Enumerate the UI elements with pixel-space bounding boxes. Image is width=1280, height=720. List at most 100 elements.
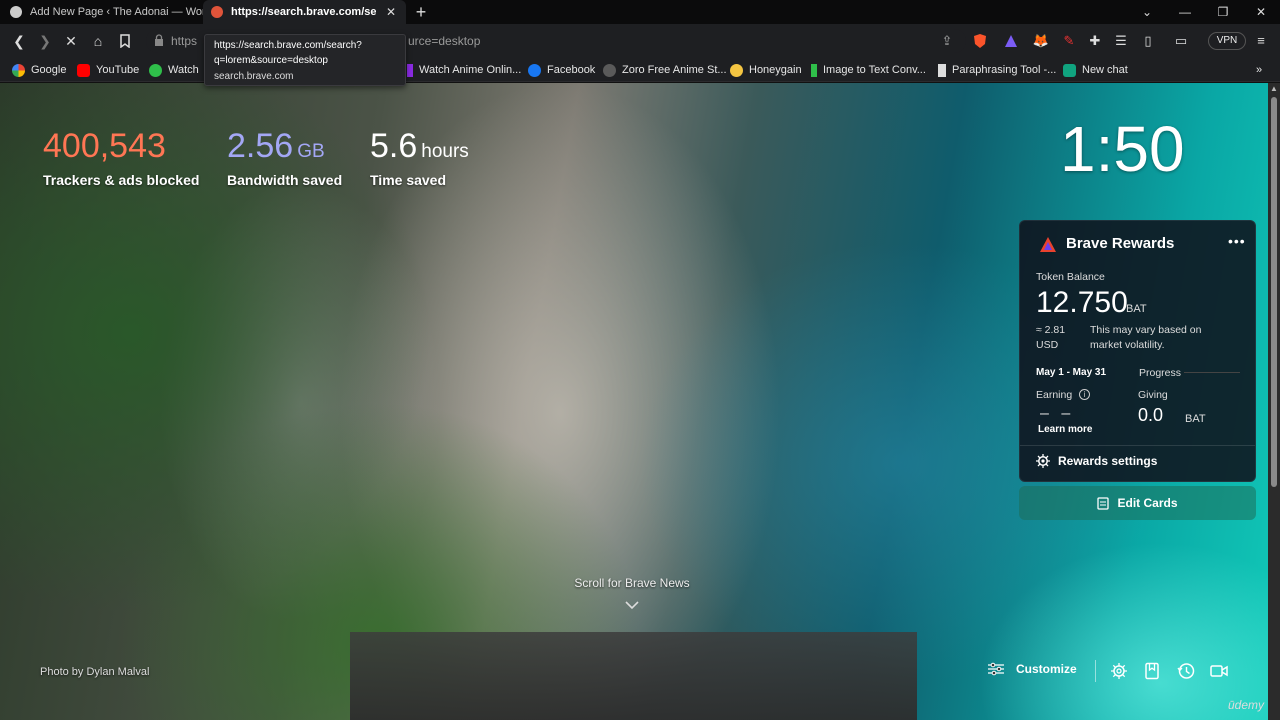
tab-label: Add New Page ‹ The Adonai — Word	[30, 6, 203, 18]
giving-label: Giving	[1138, 389, 1168, 401]
url-prefix: https	[171, 34, 198, 48]
brave-shields-icon[interactable]	[971, 32, 989, 50]
bandwidth-unit: GB	[297, 141, 325, 162]
trackers-blocked-value: 400,543	[43, 127, 166, 165]
wallet-icon[interactable]: ▭	[1172, 32, 1190, 50]
video-call-icon[interactable]	[1210, 662, 1228, 680]
clock: 1:50	[1060, 113, 1185, 185]
image-to-text-icon	[811, 63, 817, 77]
metamask-icon[interactable]: 🦊	[1032, 32, 1050, 50]
scrollbar-thumb[interactable]	[1271, 97, 1277, 487]
rewards-period: May 1 - May 31	[1036, 367, 1107, 378]
tab-strip: Add New Page ‹ The Adonai — Word https:/…	[0, 0, 1280, 24]
more-bookmarks-icon[interactable]: »	[1256, 62, 1262, 78]
customize-button[interactable]: Customize	[988, 662, 1077, 676]
bookmarks-icon[interactable]	[1143, 662, 1161, 680]
tooltip-line-1: https://search.brave.com/search?	[214, 40, 362, 51]
edit-cards-button[interactable]: Edit Cards	[1019, 486, 1256, 520]
bookmark-label: Image to Text Conv...	[823, 64, 926, 76]
trackers-blocked-label: Trackers & ads blocked	[43, 172, 200, 188]
bookmark-label: YouTube	[96, 64, 140, 76]
edit-cards-label: Edit Cards	[1117, 496, 1178, 510]
usd-value: ≈ 2.81 USD	[1036, 324, 1066, 351]
rewards-title: Brave Rewards	[1066, 235, 1175, 252]
toolbar: ❮ ❯ ✕ ⌂ https urce=desktop ⇪ 🦊 ✎ ✚ ☰ ▯ ▭…	[0, 24, 1280, 58]
bookmark-facebook[interactable]: Facebook	[528, 62, 595, 78]
scroll-up-icon[interactable]: ▲	[1270, 85, 1278, 93]
bookmark-label: Google	[31, 64, 67, 76]
rewards-settings-button[interactable]: Rewards settings	[1036, 454, 1157, 468]
scrollbar[interactable]: ▲	[1268, 83, 1280, 720]
new-tab-button[interactable]: +	[412, 2, 430, 22]
chevron-down-icon[interactable]	[625, 600, 639, 610]
giving-unit: BAT	[1185, 413, 1206, 425]
bookmark-watch[interactable]: Watch	[149, 62, 199, 78]
more-options-icon[interactable]: •••	[1228, 233, 1246, 249]
restore-button[interactable]: ❐	[1204, 0, 1242, 24]
extension-key-icon[interactable]: ✎	[1060, 32, 1078, 50]
photo-credit[interactable]: Photo by Dylan Malval	[40, 666, 149, 678]
vpn-button[interactable]: VPN	[1208, 32, 1246, 50]
bookmark-label: Paraphrasing Tool -...	[952, 64, 1057, 76]
bookmark-zoro[interactable]: Zoro Free Anime St...	[603, 62, 727, 78]
share-icon[interactable]: ⇪	[938, 32, 956, 50]
gear-icon	[1036, 454, 1050, 468]
progress-bar	[1184, 372, 1240, 373]
bookmark-honeygain[interactable]: Honeygain	[730, 62, 802, 78]
sidebar-icon[interactable]: ▯	[1139, 32, 1157, 50]
lock-icon	[155, 34, 163, 46]
paraphrase-icon	[938, 63, 946, 77]
tab-search-icon[interactable]: ⌄	[1128, 0, 1166, 24]
giving-value: 0.0	[1138, 405, 1164, 425]
bookmark-image-to-text[interactable]: Image to Text Conv...	[811, 62, 926, 78]
history-icon[interactable]	[1177, 662, 1195, 680]
earning-value: – –	[1040, 405, 1075, 422]
token-balance-unit: BAT	[1126, 303, 1147, 315]
sliders-icon	[988, 662, 1004, 676]
bookmark-icon[interactable]	[116, 32, 134, 50]
facebook-icon	[528, 63, 541, 77]
bookmark-label: Facebook	[547, 64, 596, 76]
bookmark-label: Honeygain	[749, 64, 802, 76]
forward-icon[interactable]: ❯	[36, 32, 54, 50]
google-icon	[12, 63, 25, 77]
honeygain-icon	[730, 63, 743, 77]
progress-label: Progress	[1139, 367, 1182, 379]
extensions-icon[interactable]: ✚	[1086, 32, 1104, 50]
divider	[1020, 445, 1255, 446]
reading-list-icon[interactable]: ☰	[1112, 32, 1130, 50]
info-icon[interactable]: i	[1079, 389, 1090, 400]
bookmark-paraphrasing[interactable]: Paraphrasing Tool -...	[938, 62, 1056, 78]
close-window-button[interactable]: ✕	[1242, 0, 1280, 24]
menu-icon[interactable]: ≡	[1252, 32, 1270, 50]
tab-brave-search[interactable]: https://search.brave.com/search? ✕	[203, 0, 406, 24]
minimize-button[interactable]: —	[1166, 0, 1204, 24]
token-balance-label: Token Balance	[1036, 271, 1105, 283]
scroll-for-news-label[interactable]: Scroll for Brave News	[532, 576, 732, 590]
udemy-watermark: ūdemy	[1228, 698, 1265, 712]
toolbar-divider	[1095, 660, 1096, 682]
brave-rewards-icon[interactable]	[1002, 32, 1020, 50]
back-icon[interactable]: ❮	[10, 32, 28, 50]
watch-icon	[149, 63, 162, 77]
brave-search-icon	[211, 6, 223, 18]
close-tab-icon[interactable]: ✕	[384, 5, 398, 19]
bookmark-google[interactable]: Google	[12, 62, 66, 78]
chat-icon	[1063, 63, 1076, 77]
anime-icon	[407, 63, 413, 77]
zoro-icon	[603, 63, 616, 77]
time-unit: hours	[421, 141, 469, 162]
edit-cards-icon	[1097, 496, 1110, 510]
bookmark-new-chat[interactable]: New chat	[1063, 62, 1128, 78]
tab-wordpress[interactable]: Add New Page ‹ The Adonai — Word	[0, 0, 203, 24]
home-icon[interactable]: ⌂	[89, 32, 107, 50]
stop-loading-icon[interactable]: ✕	[62, 32, 80, 50]
learn-more-link[interactable]: Learn more	[1038, 424, 1092, 435]
bookmark-watch-anime[interactable]: Watch Anime Onlin...	[407, 62, 521, 78]
bookmark-youtube[interactable]: YouTube	[77, 62, 139, 78]
time-saved-value: 5.6 hours	[370, 127, 469, 165]
earning-label: Earning	[1036, 389, 1073, 401]
bookmark-label: Watch Anime Onlin...	[419, 64, 522, 76]
tab-label: https://search.brave.com/search?	[231, 6, 376, 18]
settings-gear-icon[interactable]	[1110, 662, 1128, 680]
